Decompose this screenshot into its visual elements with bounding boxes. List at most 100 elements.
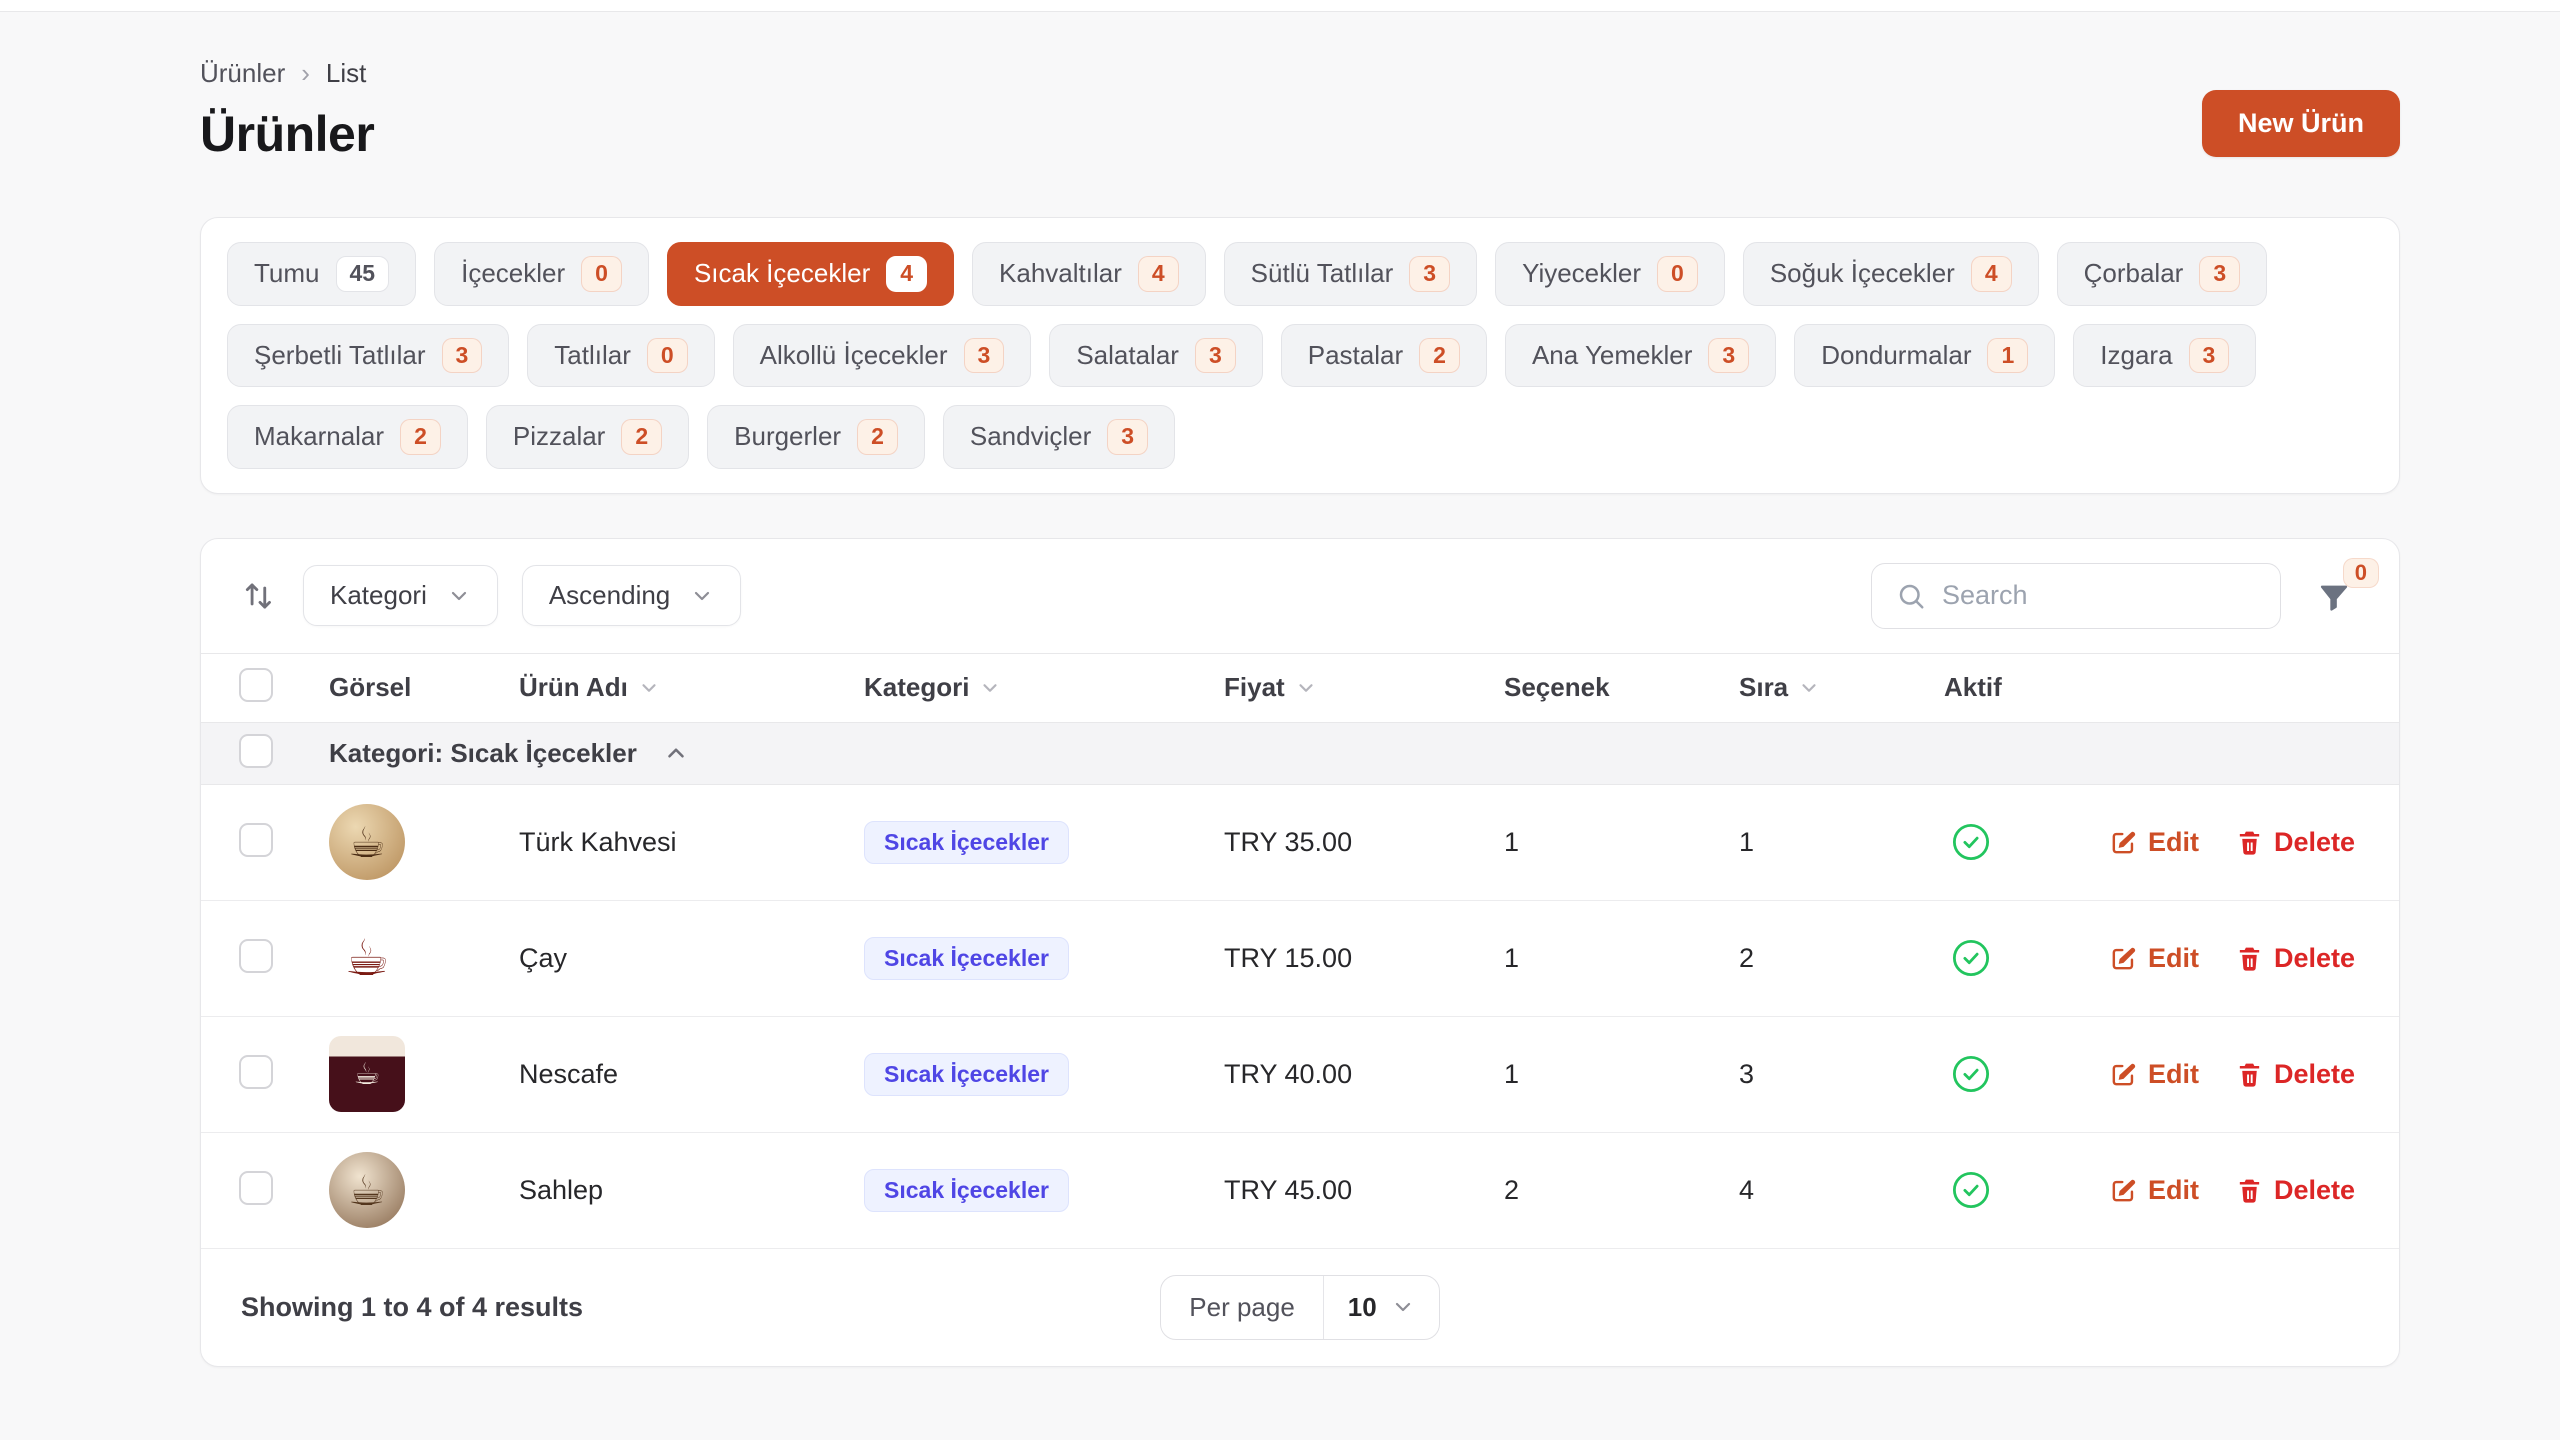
breadcrumb-separator-icon: › (301, 58, 310, 89)
table-row-turk-kahvesi[interactable]: ☕ Türk Kahvesi Sıcak İçecekler TRY 35.00… (201, 785, 2399, 901)
table-row-cay[interactable]: ☕ Çay Sıcak İçecekler TRY 15.00 1 2 Edit… (201, 901, 2399, 1017)
tab-burgerler[interactable]: Burgerler2 (707, 405, 925, 469)
tab-label: Pastalar (1308, 340, 1403, 371)
pencil-square-icon (2109, 1060, 2138, 1089)
row-checkbox[interactable] (239, 823, 273, 857)
group-select-checkbox[interactable] (239, 734, 273, 768)
row-checkbox[interactable] (239, 1055, 273, 1089)
delete-button[interactable]: Delete (2235, 827, 2355, 858)
select-all-checkbox[interactable] (239, 668, 273, 702)
tab-count-badge: 3 (442, 338, 483, 374)
tab-serbetli-tatlilar[interactable]: Şerbetli Tatlılar 3 (227, 324, 509, 388)
group-row-sicak-icecekler: Kategori: Sıcak İçecekler (201, 723, 2399, 785)
delete-button[interactable]: Delete (2235, 943, 2355, 974)
header-kategori[interactable]: Kategori (828, 672, 1188, 703)
breadcrumb-urunler[interactable]: Ürünler (200, 58, 285, 89)
delete-button[interactable]: Delete (2235, 1059, 2355, 1090)
header-sira[interactable]: Sıra (1703, 672, 1908, 703)
tab-pastalar[interactable]: Pastalar 2 (1281, 324, 1487, 388)
product-name: Nescafe (483, 1059, 828, 1090)
table-row-nescafe[interactable]: ☕ Nescafe Sıcak İçecekler TRY 40.00 1 3 … (201, 1017, 2399, 1133)
header-aktif: Aktif (1908, 672, 2103, 703)
tab-count-badge: 0 (1657, 256, 1698, 292)
search-input[interactable] (1942, 580, 2256, 611)
tab-kahvaltilar[interactable]: Kahvaltılar 4 (972, 242, 1206, 306)
row-checkbox[interactable] (239, 939, 273, 973)
group-label: Kategori: Sıcak İçecekler (329, 738, 637, 769)
tab-count-badge: 2 (621, 419, 662, 455)
new-urun-button[interactable]: New Ürün (2202, 90, 2400, 157)
tab-label: Izgara (2100, 340, 2172, 371)
tab-tatlilar[interactable]: Tatlılar0 (527, 324, 714, 388)
sort-direction-select[interactable]: Ascending (522, 565, 741, 626)
tab-count-badge: 4 (886, 256, 927, 292)
tab-label: Alkollü İçecekler (760, 340, 948, 371)
product-order: 4 (1703, 1175, 1908, 1206)
trash-icon (2235, 1060, 2264, 1089)
edit-button[interactable]: Edit (2109, 1059, 2199, 1090)
search-box[interactable] (1871, 563, 2281, 629)
sort-chevron-icon (979, 677, 1001, 699)
tab-sutlu-tatlilar[interactable]: Sütlü Tatlılar3 (1224, 242, 1477, 306)
tab-count-badge: 2 (1419, 338, 1460, 374)
category-badge: Sıcak İçecekler (864, 821, 1069, 864)
tab-corbalar[interactable]: Çorbalar3 (2057, 242, 2268, 306)
delete-button[interactable]: Delete (2235, 1175, 2355, 1206)
tab-sicak-icecekler[interactable]: Sıcak İçecekler4 (667, 242, 954, 306)
product-order: 2 (1703, 943, 1908, 974)
tab-label: Tatlılar (554, 340, 631, 371)
product-price: TRY 35.00 (1188, 827, 1468, 858)
per-page-select[interactable]: 10 (1324, 1276, 1439, 1339)
category-tabs-card: Tumu45 İçecekler0 Sıcak İçecekler4 Kahva… (200, 217, 2400, 494)
tab-soguk-icecekler[interactable]: Soğuk İçecekler4 (1743, 242, 2039, 306)
table-row-sahlep[interactable]: ☕ Sahlep Sıcak İçecekler TRY 45.00 2 4 E… (201, 1133, 2399, 1249)
tab-label: Sütlü Tatlılar (1251, 258, 1394, 289)
tab-dondurmalar[interactable]: Dondurmalar1 (1794, 324, 2055, 388)
active-check-icon (1950, 1169, 1992, 1211)
tab-izgara[interactable]: Izgara3 (2073, 324, 2256, 388)
tab-label: Kahvaltılar (999, 258, 1122, 289)
edit-button[interactable]: Edit (2109, 943, 2199, 974)
tab-row-3: Makarnalar2 Pizzalar2 Burgerler2 Sandviç… (227, 405, 2373, 469)
tab-count-badge: 3 (964, 338, 1005, 374)
tab-label: Makarnalar (254, 421, 384, 452)
tab-row-2: Şerbetli Tatlılar 3 Tatlılar0 Alkollü İçe… (227, 324, 2373, 388)
tab-count-badge: 4 (1138, 256, 1179, 292)
header-fiyat[interactable]: Fiyat (1188, 672, 1468, 703)
tab-count-badge: 45 (336, 256, 390, 292)
product-price: TRY 40.00 (1188, 1059, 1468, 1090)
group-collapse-button[interactable] (663, 740, 689, 766)
breadcrumb-list: List (326, 58, 366, 89)
header-urun-adi[interactable]: Ürün Adı (483, 672, 828, 703)
tab-label: Ana Yemekler (1532, 340, 1692, 371)
sort-field-select[interactable]: Kategori (303, 565, 498, 626)
row-checkbox[interactable] (239, 1171, 273, 1205)
tab-alkollu-icecekler[interactable]: Alkollü İçecekler 3 (733, 324, 1032, 388)
tab-icecekler[interactable]: İçecekler0 (434, 242, 649, 306)
product-image: ☕ (329, 1152, 405, 1228)
edit-button[interactable]: Edit (2109, 827, 2199, 858)
tab-makarnalar[interactable]: Makarnalar2 (227, 405, 468, 469)
tab-pizzalar[interactable]: Pizzalar2 (486, 405, 689, 469)
chevron-down-icon (1391, 1295, 1415, 1319)
product-image: ☕ (329, 1036, 405, 1112)
edit-button[interactable]: Edit (2109, 1175, 2199, 1206)
table-footer: Showing 1 to 4 of 4 results Per page 10 (201, 1249, 2399, 1366)
table-toolbar: Kategori Ascending 0 (201, 539, 2399, 653)
filter-count-badge: 0 (2343, 558, 2379, 588)
per-page-control[interactable]: Per page 10 (1160, 1275, 1439, 1340)
tab-tumu[interactable]: Tumu45 (227, 242, 416, 306)
filter-button[interactable]: 0 (2307, 570, 2365, 621)
tab-salatalar[interactable]: Salatalar3 (1049, 324, 1262, 388)
tab-ana-yemekler[interactable]: Ana Yemekler 3 (1505, 324, 1776, 388)
tab-yiyecekler[interactable]: Yiyecekler0 (1495, 242, 1725, 306)
tab-label: Şerbetli Tatlılar (254, 340, 426, 371)
header-secenek: Seçenek (1468, 672, 1703, 703)
tab-count-badge: 3 (1708, 338, 1749, 374)
per-page-label: Per page (1161, 1276, 1324, 1339)
product-image: ☕ (329, 804, 405, 880)
product-order: 3 (1703, 1059, 1908, 1090)
products-table-card: Kategori Ascending 0 (200, 538, 2400, 1367)
tab-label: Soğuk İçecekler (1770, 258, 1955, 289)
tab-sandvicler[interactable]: Sandviçler3 (943, 405, 1175, 469)
